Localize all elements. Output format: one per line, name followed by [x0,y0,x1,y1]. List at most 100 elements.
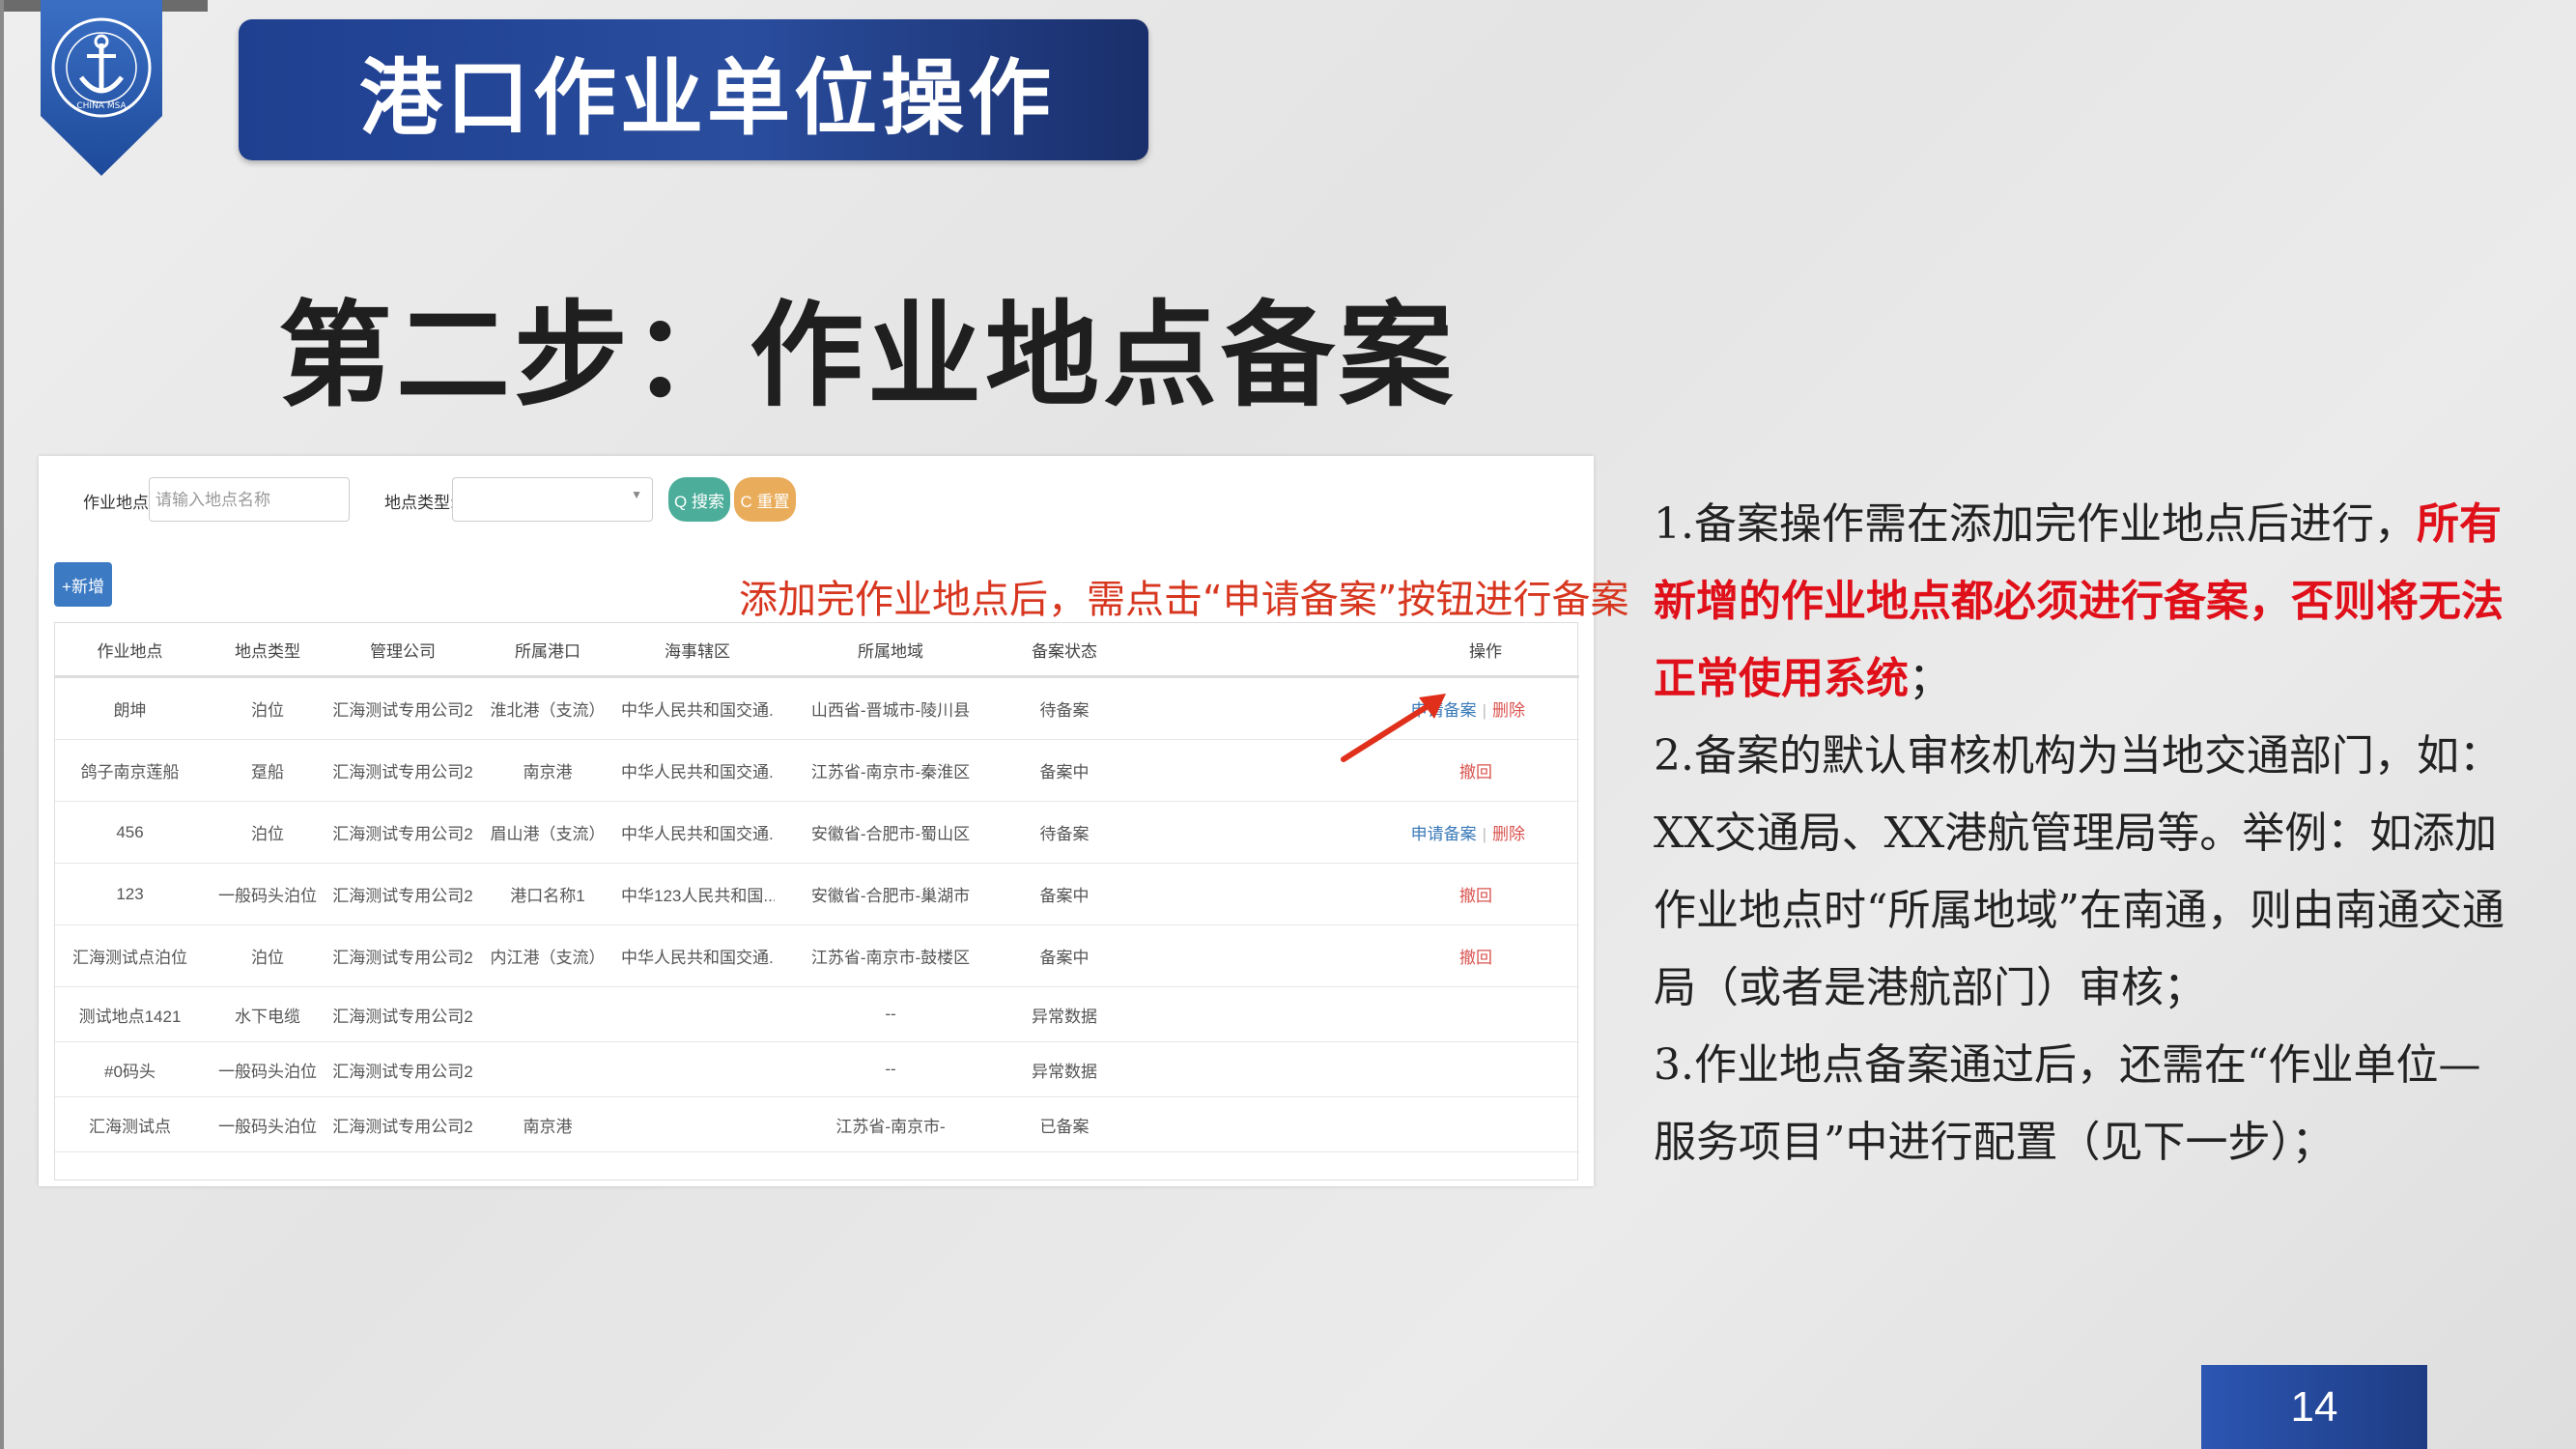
cell: 南京港 [475,739,620,802]
col-header: 操作 [1122,623,1579,678]
cell: 备案中 [1006,739,1122,802]
cell: 123 [55,863,205,925]
actions-cell [1122,986,1579,1042]
cell: 备案中 [1006,924,1122,987]
site-filter-label: 作业地点: [83,494,154,512]
pointer-arrow-icon [1341,694,1446,762]
type-filter-label: 地点类型: [384,494,455,512]
cell: 异常数据 [1006,1041,1122,1097]
site-search-input[interactable]: 请输入地点名称 [149,477,350,522]
cell: 测试地点1421 [55,986,205,1042]
delete-link[interactable]: 删除 [1492,701,1525,720]
col-header: 地点类型 [205,623,330,678]
desc-item-1-normal: 1.备案操作需在添加完作业地点后进行， [1654,499,2417,549]
withdraw-link[interactable]: 撤回 [1459,887,1492,905]
table-header-row: 作业地点 地点类型 管理公司 所属港口 海事辖区 所属地域 备案状态 操作 [55,623,1579,678]
actions-cell: 撤回 [1122,863,1579,925]
cell: 待备案 [1006,676,1122,740]
cell: 安徽省-合肥市-巢湖市 [775,863,1006,925]
col-header: 作业地点 [55,623,205,678]
reset-button[interactable]: C 重置 [734,477,796,522]
cell: 汇海测试点泊位 [55,924,205,987]
banner-title: 港口作业单位操作 [359,49,1055,147]
cell: 安徽省-合肥市-蜀山区 [775,801,1006,864]
cell: 汇海测试专用公司2 [330,1096,475,1152]
embedded-screenshot: 作业地点: 请输入地点名称 地点类型: ▼ Q 搜索 C 重置 +新增 添加完作… [39,456,1628,1186]
cell: 已备案 [1006,1096,1122,1152]
cell: #0码头 [55,1041,205,1097]
col-header: 管理公司 [330,623,475,678]
cell: 汇海测试专用公司2 [330,1041,475,1097]
delete-link[interactable]: 删除 [1492,825,1525,843]
withdraw-link[interactable]: 撤回 [1459,949,1492,967]
cell: 港口名称1 [475,863,620,925]
actions-cell: 申请备案 | 删除 [1122,801,1579,864]
cell: 朗坤 [55,676,205,740]
cell: 江苏省-南京市- [775,1096,1006,1152]
actions-cell: 撤回 [1122,924,1579,987]
cell: 中华人民共和国交通... [620,801,775,864]
col-header: 备案状态 [1006,623,1122,678]
cell: 汇海测试专用公司2 [330,801,475,864]
left-border-line [0,0,4,1449]
table-row: #0码头 一般码头泊位 汇海测试专用公司2 -- 异常数据 [55,1041,1579,1097]
instruction-annotation: 添加完作业地点后，需点击“申请备案”按钮进行备案 [739,578,1629,622]
site-type-select[interactable]: ▼ [452,477,653,522]
cell: 汇海测试专用公司2 [330,676,475,740]
desc-item-2: 2.备案的默认审核机构为当地交通部门，如：XX交通局、XX港航管理局等。举例：如… [1654,731,2505,1012]
add-site-button[interactable]: +新增 [54,562,112,607]
cell: 一般码头泊位 [205,1096,330,1152]
cell: 江苏省-南京市-鼓楼区 [775,924,1006,987]
cell: 泊位 [205,676,330,740]
description-text: 1.备案操作需在添加完作业地点后进行，所有新增的作业地点都必须进行备案，否则将无… [1654,486,2523,1181]
cell [620,1096,775,1152]
cell [475,986,620,1042]
table-row: 测试地点1421 水下电缆 汇海测试专用公司2 -- 异常数据 [55,986,1579,1042]
col-header: 所属港口 [475,623,620,678]
cell: 中华人民共和国交通... [620,924,775,987]
cell: 汇海测试专用公司2 [330,986,475,1042]
cell: 一般码头泊位 [205,863,330,925]
step-title: 第二步：作业地点备案 [278,288,1458,422]
chevron-down-icon: ▼ [631,488,642,501]
apply-filing-link[interactable]: 申请备案 [1411,825,1477,843]
cell: 山西省-晋城市-陵川县 [775,676,1006,740]
cell: 汇海测试专用公司2 [330,863,475,925]
desc-item-1-end: ； [1909,654,1951,703]
cell: 江苏省-南京市-秦淮区 [775,739,1006,802]
cell: -- [775,1041,1006,1097]
desc-item-1: 1.备案操作需在添加完作业地点后进行，所有新增的作业地点都必须进行备案，否则将无… [1654,486,2523,718]
cell [475,1041,620,1097]
cell: -- [775,986,1006,1042]
anchor-icon: CHINA MSA [41,0,162,176]
withdraw-link[interactable]: 撤回 [1459,763,1492,781]
cell: 水下电缆 [205,986,330,1042]
cell [620,986,775,1042]
table-row: 汇海测试点 一般码头泊位 汇海测试专用公司2 南京港 江苏省-南京市- 已备案 [55,1096,1579,1152]
cell: 中华123人民共和国... [620,863,775,925]
actions-cell [1122,1096,1579,1152]
cell: 汇海测试专用公司2 [330,924,475,987]
cell: 456 [55,801,205,864]
table-row: 456 泊位 汇海测试专用公司2 眉山港（支流） 中华人民共和国交通... 安徽… [55,801,1579,864]
cell: 鸽子南京莲船 [55,739,205,802]
cell: 异常数据 [1006,986,1122,1042]
cell: 一般码头泊位 [205,1041,330,1097]
search-button[interactable]: Q 搜索 [668,477,730,522]
cell: 趸船 [205,739,330,802]
cell: 内江港（支流） [475,924,620,987]
china-msa-logo: CHINA MSA [41,0,162,179]
cell: 南京港 [475,1096,620,1152]
cell: 汇海测试点 [55,1096,205,1152]
cell: 汇海测试专用公司2 [330,739,475,802]
slide: CHINA MSA 港口作业单位操作 第二步：作业地点备案 作业地点: 请输入地… [0,0,2576,1449]
cell: 泊位 [205,801,330,864]
col-header: 所属地域 [775,623,1006,678]
cell: 中华人民共和国交通... [620,739,775,802]
col-header: 海事辖区 [620,623,775,678]
page-number: 14 [2201,1365,2427,1449]
cell: 备案中 [1006,863,1122,925]
desc-item-3: 3.作业地点备案通过后，还需在“作业单位—服务项目”中进行配置（见下一步）； [1654,1040,2481,1167]
cell: 眉山港（支流） [475,801,620,864]
cell: 淮北港（支流） [475,676,620,740]
